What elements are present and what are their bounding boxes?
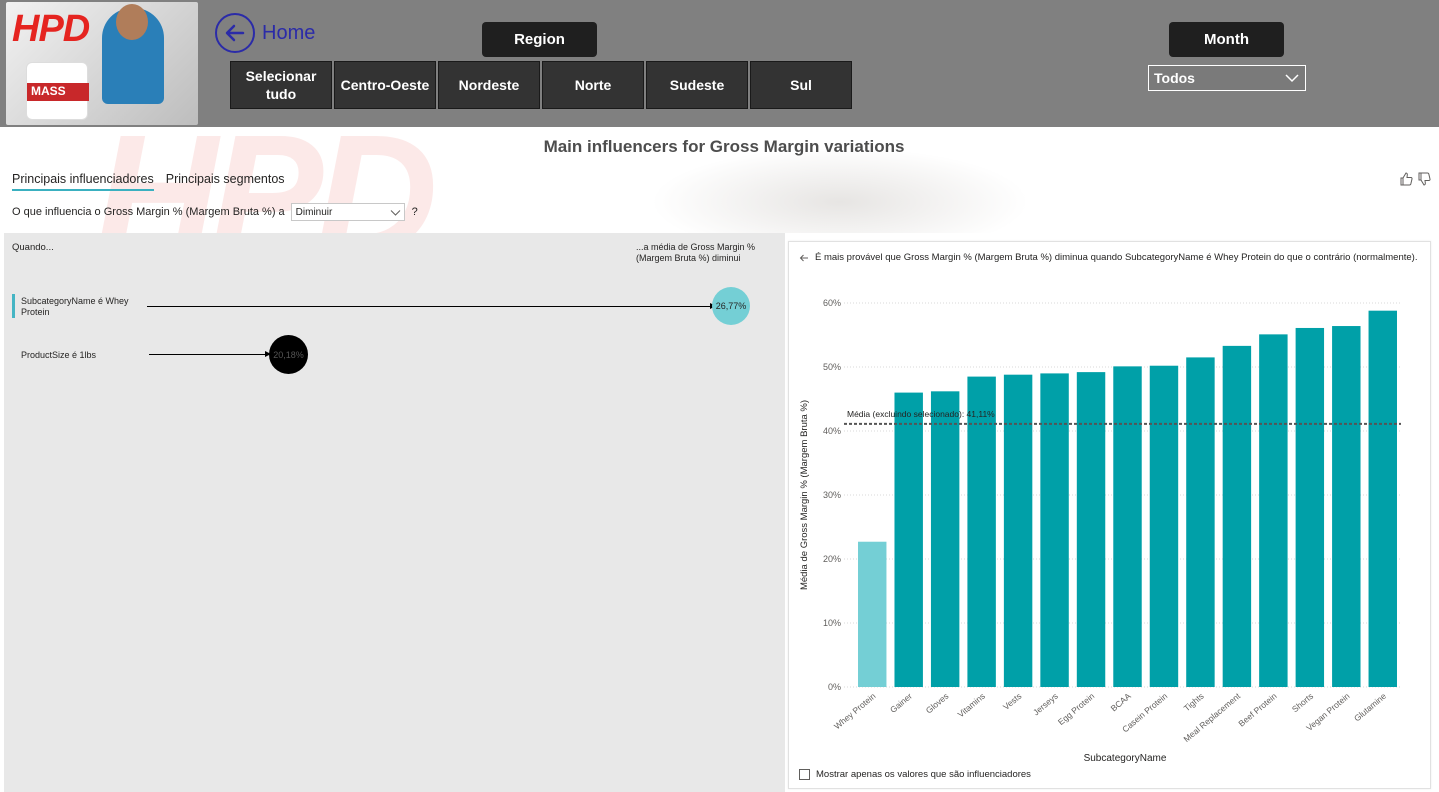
visual-title: Main influencers for Gross Margin variat…	[543, 137, 905, 156]
subcategory-bar-chart: 0% 10% 20% 30% 40% 50% 60% Whey Protein Gainer Gl…	[799, 298, 1401, 764]
y-tick-label: 0%	[828, 682, 841, 692]
question-text: O que influencia o Gross Margin % (Marge…	[12, 206, 285, 218]
x-tick-label: Gainer	[888, 691, 914, 715]
chart-bar[interactable]	[1332, 326, 1361, 687]
brand-logo: HPD MASS	[6, 2, 198, 125]
tab-top-segments[interactable]: Principais segmentos	[166, 172, 285, 191]
y-tick-label: 60%	[823, 298, 841, 308]
chart-bar[interactable]	[1259, 334, 1288, 687]
thumbs-down-icon[interactable]	[1417, 172, 1431, 186]
influencer-detail-panel: 0% 10% 20% 30% 40% 50% 60% Whey Protein Gainer Gl…	[788, 241, 1431, 789]
chart-bar[interactable]	[894, 392, 923, 687]
thumbs-up-icon[interactable]	[1399, 172, 1413, 186]
region-option-select-all[interactable]: Selecionar tudo	[230, 61, 332, 109]
month-slicer-title: Month	[1169, 22, 1284, 57]
connector-line	[149, 354, 267, 355]
chart-bar[interactable]	[1113, 366, 1142, 687]
chevron-down-icon	[1285, 74, 1299, 83]
chart-bar[interactable]	[1149, 365, 1179, 687]
influencer-condition: SubcategoryName é Whey Protein	[21, 296, 129, 317]
region-option-sul[interactable]: Sul	[750, 61, 852, 109]
chart-bar[interactable]	[858, 541, 887, 687]
y-tick-label: 20%	[823, 554, 841, 564]
influencer-tabs: Principais influenciadores Principais se…	[12, 172, 285, 191]
home-button[interactable]: Home	[215, 13, 315, 53]
x-tick-label: Glutamine	[1352, 691, 1388, 724]
region-slicer: Selecionar tudo Centro-Oeste Nordeste No…	[230, 61, 852, 109]
month-dropdown[interactable]: Todos	[1148, 65, 1306, 91]
chart-bar[interactable]	[1186, 357, 1215, 687]
logo-text: HPD	[12, 8, 90, 50]
region-option-sudeste[interactable]: Sudeste	[646, 61, 748, 109]
region-option-norte[interactable]: Norte	[542, 61, 644, 109]
chart-description-text: É mais provável que Gross Margin % (Marg…	[815, 252, 1418, 263]
back-arrow-icon[interactable]	[799, 253, 809, 263]
average-header: ...a média de Gross Margin % (Margem Bru…	[636, 242, 756, 263]
x-tick-label: Gloves	[924, 691, 951, 716]
region-option-centro-oeste[interactable]: Centro-Oeste	[334, 61, 436, 109]
chart-bar[interactable]	[1040, 373, 1069, 687]
region-slicer-title: Region	[482, 22, 597, 57]
direction-value: Diminuir	[295, 206, 333, 218]
chart-bar[interactable]	[1076, 372, 1106, 687]
feedback-buttons	[1399, 172, 1431, 186]
y-tick-label: 50%	[823, 362, 841, 372]
influencer-row[interactable]: SubcategoryName é Whey Protein 26,77%	[12, 287, 772, 331]
x-tick-label: Vests	[1001, 691, 1023, 712]
y-tick-label: 30%	[823, 490, 841, 500]
product-image: MASS	[26, 62, 89, 120]
watermark-photo	[650, 147, 1030, 233]
influencers-list: Quando... ...a média de Gross Margin % (…	[4, 233, 785, 792]
show-only-label: Mostrar apenas os valores que são influe…	[816, 769, 1031, 780]
back-arrow-icon	[215, 13, 255, 53]
chevron-down-icon	[390, 210, 401, 216]
x-tick-label: Shorts	[1290, 691, 1315, 714]
tab-key-influencers[interactable]: Principais influenciadores	[12, 172, 154, 191]
x-tick-label: Vitamins	[956, 691, 987, 720]
report-header: HPD MASS Home Region Month Selecionar tu…	[0, 0, 1439, 127]
chart-bar[interactable]	[1295, 327, 1325, 687]
reference-line-label: Média (excluindo selecionado): 41,11%	[847, 409, 995, 419]
when-header: Quando...	[12, 242, 54, 253]
direction-dropdown[interactable]: Diminuir	[290, 203, 405, 221]
region-option-nordeste[interactable]: Nordeste	[438, 61, 540, 109]
x-tick-label: Tights	[1182, 691, 1206, 713]
x-tick-label: Egg Protein	[1056, 691, 1097, 727]
home-label: Home	[262, 21, 316, 44]
influencer-row[interactable]: ProductSize é 1lbs 20,18%	[12, 335, 772, 376]
connector-line	[147, 306, 712, 307]
selected-indicator	[12, 294, 15, 318]
x-tick-label: Beef Protein	[1236, 691, 1278, 729]
athlete-head-image	[116, 4, 148, 40]
x-axis-title: SubcategoryName	[1084, 753, 1167, 764]
help-icon[interactable]: ?	[412, 206, 418, 218]
analysis-question: O que influencia o Gross Margin % (Marge…	[12, 203, 418, 221]
x-tick-label: Whey Protein	[832, 691, 878, 732]
y-tick-label: 40%	[823, 426, 841, 436]
y-axis-title: Média de Gross Margin % (Margem Bruta %)	[799, 400, 810, 590]
y-tick-label: 10%	[823, 618, 841, 628]
month-dropdown-value: Todos	[1154, 70, 1195, 86]
chart-bar[interactable]	[1368, 310, 1397, 687]
chart-description: É mais provável que Gross Margin % (Marg…	[799, 252, 1417, 263]
chart-bar[interactable]	[930, 391, 960, 687]
influencer-bubble[interactable]: 20,18%	[269, 335, 308, 374]
influencer-bubble[interactable]: 26,77%	[712, 287, 750, 325]
show-only-influencers-option[interactable]: Mostrar apenas os valores que são influe…	[799, 769, 1031, 780]
show-only-checkbox[interactable]	[799, 769, 810, 780]
x-tick-label: Jerseys	[1031, 691, 1060, 717]
chart-bar[interactable]	[1222, 345, 1252, 687]
product-label: MASS	[31, 84, 66, 98]
x-tick-label: BCAA	[1109, 691, 1133, 714]
chart-bar[interactable]	[1003, 374, 1033, 687]
influencer-condition: ProductSize é 1lbs	[21, 350, 97, 360]
